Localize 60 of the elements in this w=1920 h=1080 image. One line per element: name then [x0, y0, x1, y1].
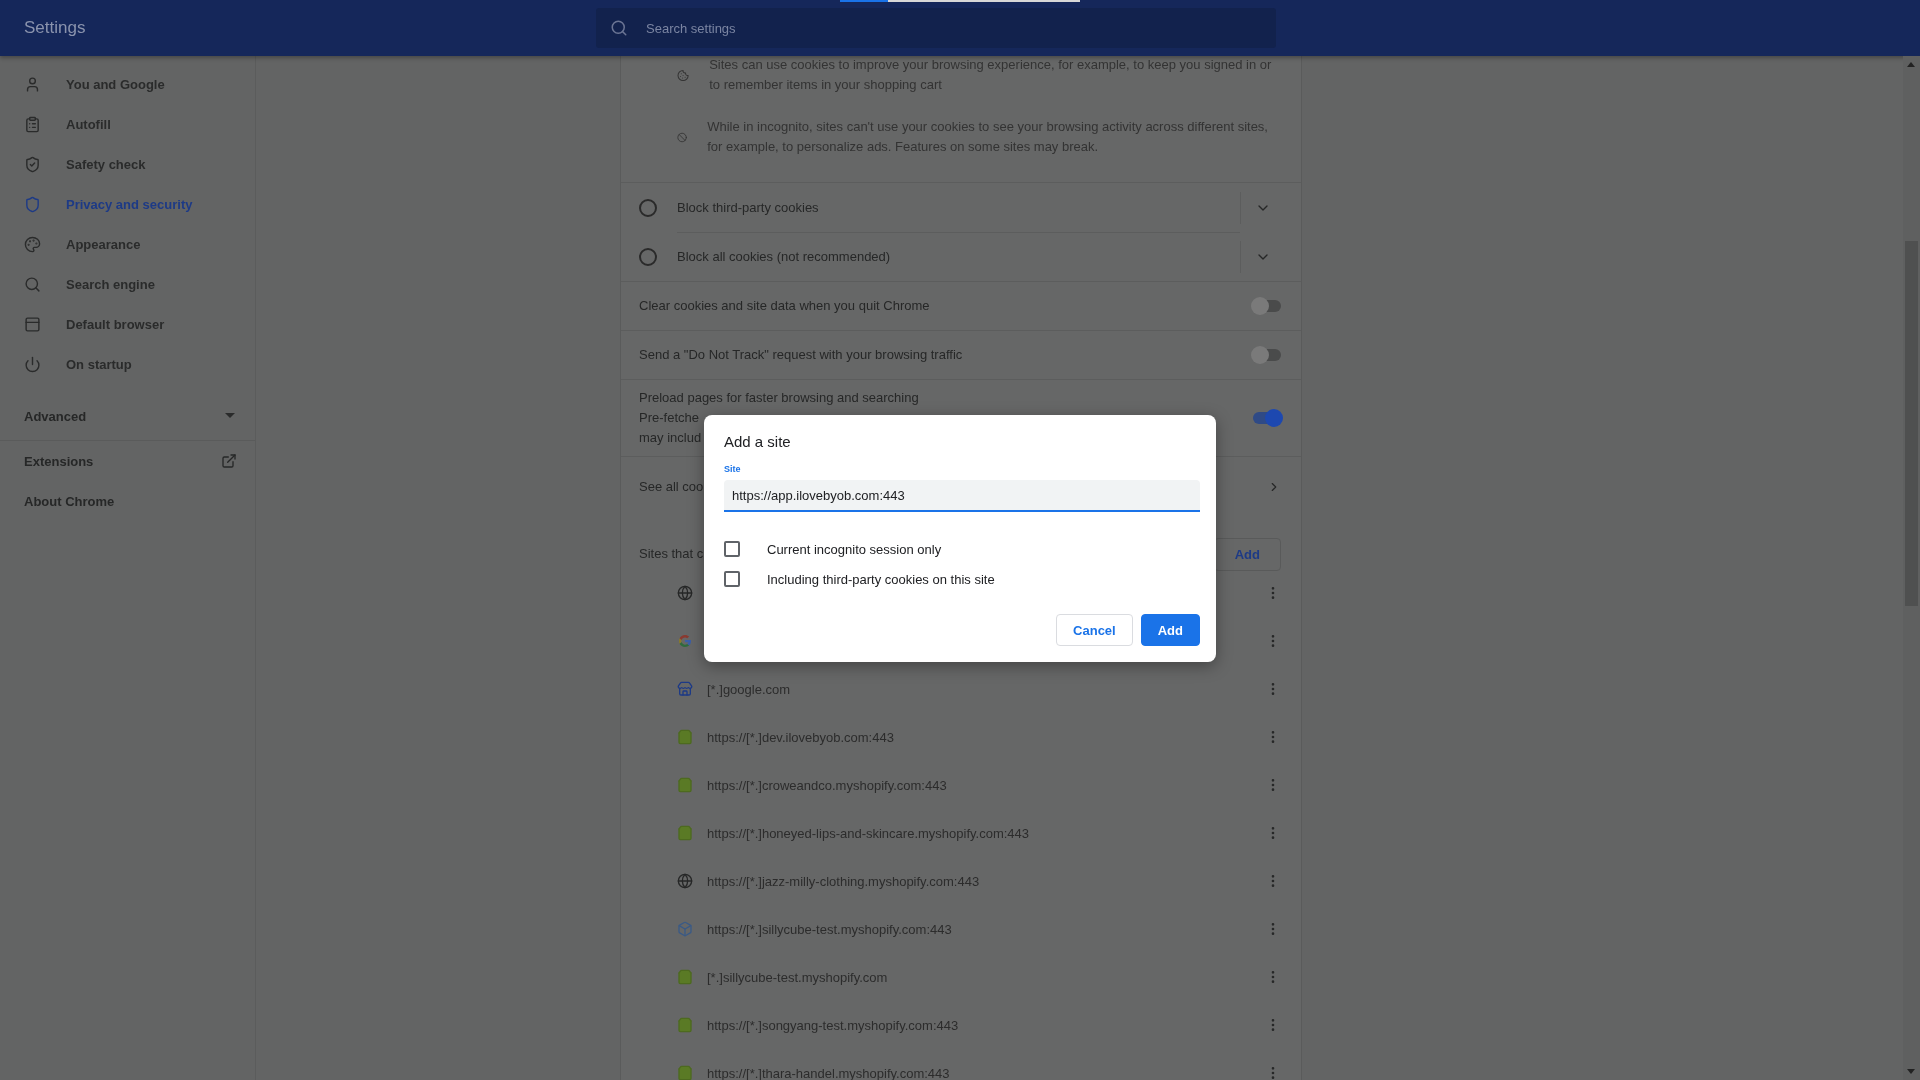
add-button[interactable]: Add	[1140, 614, 1200, 646]
checkbox-label: Including third-party cookies on this site	[767, 571, 995, 587]
site-url: https://[*.]songyang-test.myshopify.com:443	[707, 1017, 960, 1033]
sidebar-item[interactable]: Appearance	[0, 224, 255, 264]
cancel-button[interactable]: Cancel	[1056, 614, 1133, 646]
globe-icon	[677, 873, 693, 889]
about-link[interactable]: About Chrome	[0, 481, 255, 521]
toggle-switch[interactable]	[1253, 412, 1281, 424]
checkbox-label: Current incognito session only	[767, 541, 942, 557]
site-url: https://[*.]jazz-milly-clothing.myshopify.com:443	[707, 873, 981, 889]
toggle-switch[interactable]	[1253, 300, 1281, 312]
setting-label: Preload pages for faster browsing and searching	[639, 389, 919, 407]
sidebar-item[interactable]: Safety check	[0, 144, 255, 184]
globe-icon	[677, 585, 693, 601]
toggle-switch[interactable]	[1253, 349, 1281, 361]
palette-icon	[24, 235, 41, 253]
search-icon	[610, 19, 628, 37]
site-url: https://[*.]thara-handel.myshopify.com:443	[707, 1065, 951, 1080]
setting-label: Clear cookies and site data when you quit Chrome	[639, 297, 930, 315]
site-input[interactable]: https://app.ilovebyob.com:443	[724, 480, 1200, 512]
section-heading: Sites that c	[639, 545, 704, 563]
site-url: https://[*.]sillycube-test.myshopify.com:443	[707, 921, 953, 937]
radio-button[interactable]	[639, 247, 657, 266]
field-label: Site	[724, 464, 742, 474]
letter-g-icon	[677, 633, 693, 649]
caret-icon	[225, 413, 235, 419]
extensions-link[interactable]: Extensions	[0, 441, 255, 481]
scrollbar[interactable]	[1903, 56, 1920, 1080]
site-url: https://[*.]croweandco.myshopify.com:443	[707, 777, 948, 793]
sidebar-item[interactable]: Default browser	[0, 304, 255, 344]
external-link-icon	[221, 453, 237, 469]
search-icon	[24, 275, 41, 293]
site-url: [*.]sillycube-test.myshopify.com	[707, 969, 889, 985]
shield-check-icon	[24, 155, 41, 173]
option-label: Block all cookies (not recommended)	[677, 231, 1240, 282]
sidebar-item[interactable]: You and Google	[0, 64, 255, 104]
browser-window-icon	[24, 315, 41, 333]
sidebar-item[interactable]: Privacy and security	[0, 184, 255, 224]
checkbox[interactable]	[724, 541, 740, 557]
shield-icon	[24, 195, 41, 213]
site-url: [*.]google.com	[707, 681, 792, 697]
page-title: Settings	[23, 18, 87, 38]
checkbox[interactable]	[724, 571, 740, 587]
clipboard-icon	[24, 115, 41, 133]
option-label: Block third-party cookies	[677, 182, 1240, 233]
sidebar-item[interactable]: Search engine	[0, 264, 255, 304]
sidebar-item[interactable]: On startup	[0, 344, 255, 384]
setting-description: may includ	[639, 429, 702, 447]
setting-label: Send a "Do Not Track" request with your browsing traffic	[639, 346, 963, 364]
power-icon	[24, 355, 41, 373]
site-url: https://[*.]honeyed-lips-and-skincare.myshopify.com:443	[707, 825, 1031, 841]
advanced-toggle[interactable]: Advanced	[0, 392, 255, 441]
dialog-title: Add a site	[724, 433, 792, 450]
store-icon	[677, 681, 693, 697]
person-icon	[24, 75, 41, 93]
radio-button[interactable]	[639, 198, 657, 217]
sidebar-item[interactable]: Autofill	[0, 104, 255, 144]
cube-icon	[677, 921, 693, 937]
site-url: https://[*.]dev.ilovebyob.com:443	[707, 729, 895, 745]
setting-description: Pre-fetche	[639, 409, 699, 427]
